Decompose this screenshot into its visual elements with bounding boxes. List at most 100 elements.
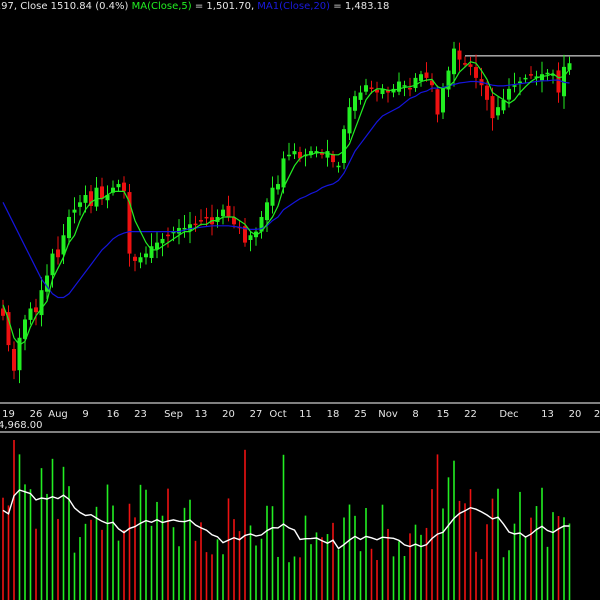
candle-body: [358, 92, 363, 100]
candle-body: [545, 72, 550, 75]
volume-bar: [167, 488, 169, 600]
volume-bar: [293, 556, 296, 600]
candle-body: [353, 96, 357, 111]
candle-body: [512, 85, 517, 87]
x-tick-label: 2: [594, 409, 600, 420]
candle-body: [452, 48, 456, 75]
volume-bar: [145, 489, 147, 600]
volume-bar: [343, 517, 345, 600]
x-tick-label: 19: [2, 409, 15, 420]
volume-bar: [18, 454, 21, 600]
volume-bar: [266, 505, 268, 600]
volume-bar: [194, 540, 197, 600]
volume-bar: [150, 525, 153, 600]
volume-bar: [134, 517, 136, 600]
candle-body: [155, 242, 159, 250]
x-tick-label: 13: [541, 409, 554, 420]
volume-bar: [436, 454, 439, 600]
volume-bar: [398, 541, 400, 600]
volume-bar: [530, 517, 532, 600]
x-tick-label: 27: [250, 409, 263, 420]
candle-body: [28, 308, 33, 320]
candle-body: [78, 202, 82, 207]
volume-bar: [469, 489, 472, 600]
x-tick-label: 16: [107, 409, 120, 420]
volume-bar: [73, 552, 76, 600]
volume-bar: [442, 508, 444, 600]
volume-bar: [541, 487, 543, 600]
volume-bar: [568, 523, 571, 600]
ma5-line: [2, 61, 570, 346]
volume-bar: [7, 505, 10, 600]
volume-bar: [486, 524, 488, 600]
volume-bar: [271, 506, 274, 600]
candle-body: [397, 81, 401, 92]
volume-bar: [304, 515, 307, 600]
volume-bar: [95, 506, 98, 600]
x-tick-label: 23: [134, 409, 147, 420]
volume-bar: [128, 503, 131, 600]
candle-body: [199, 220, 203, 222]
volume-scale-label: 4,968.00: [0, 420, 43, 431]
volume-bar: [502, 557, 505, 600]
volume-bar: [425, 527, 428, 600]
volume-bar: [238, 531, 241, 600]
volume-bar: [480, 559, 483, 600]
candle-body: [402, 85, 407, 87]
candle-body: [281, 158, 286, 188]
candle-body: [347, 107, 352, 134]
chart-canvas: 19 26 Aug 9 16 23 Sep 13 20 27 Oct 11 18 25 Nov 8 15 22 De…: [0, 41, 600, 600]
candle-body: [567, 63, 572, 70]
x-tick-label: 13: [195, 409, 208, 420]
x-tick-label: 20: [569, 409, 582, 420]
volume-bar: [464, 503, 466, 600]
volume-bar: [376, 560, 378, 600]
volume-bar: [106, 484, 109, 600]
volume-bar: [112, 505, 114, 600]
candle-body: [276, 184, 280, 190]
volume-bar: [2, 497, 4, 600]
volume-bar: [453, 460, 455, 600]
candle-body: [463, 63, 467, 65]
volume-bar: [178, 546, 180, 600]
volume-bar: [260, 538, 263, 600]
x-tick-label: 26: [30, 409, 43, 420]
volume-bar: [524, 535, 527, 600]
x-tick-label: 22: [464, 409, 477, 420]
candle-body: [490, 96, 495, 119]
candle-body: [144, 253, 148, 258]
volume-bar: [189, 499, 191, 600]
candle-body: [523, 77, 528, 80]
volume-bar: [310, 544, 312, 600]
candle-body: [364, 85, 368, 92]
volume-bar: [46, 493, 48, 600]
volume-bar: [552, 512, 554, 600]
volume-bar: [348, 504, 351, 600]
volume-bar: [244, 449, 246, 600]
volume-bar: [546, 546, 549, 600]
volume-bar: [222, 554, 224, 600]
volume-bar: [475, 551, 477, 600]
stock-chart: .97, Close 1510.84 (0.4%) MA(Close,5) = …: [0, 0, 600, 600]
candle-body: [138, 257, 143, 263]
x-tick-label: 15: [437, 409, 450, 420]
volume-bar: [233, 519, 235, 600]
candle-body: [72, 209, 77, 213]
candle-body: [160, 238, 165, 244]
volume-bar: [255, 545, 257, 600]
volume-bar: [447, 477, 450, 600]
volume-bar: [68, 486, 70, 600]
volume-bar: [40, 468, 43, 600]
candle-body: [56, 249, 60, 258]
candle-body: [457, 50, 462, 60]
volume-bar: [161, 515, 164, 600]
volume-bar: [57, 518, 59, 600]
candle-body: [485, 85, 489, 100]
candle-body: [12, 348, 16, 371]
x-tick-label: 11: [299, 409, 312, 420]
candle-body: [116, 184, 121, 188]
x-tick-label: Aug: [48, 409, 68, 420]
volume-bar: [156, 501, 158, 600]
volume-bar: [420, 534, 422, 600]
volume-bar: [51, 458, 54, 600]
